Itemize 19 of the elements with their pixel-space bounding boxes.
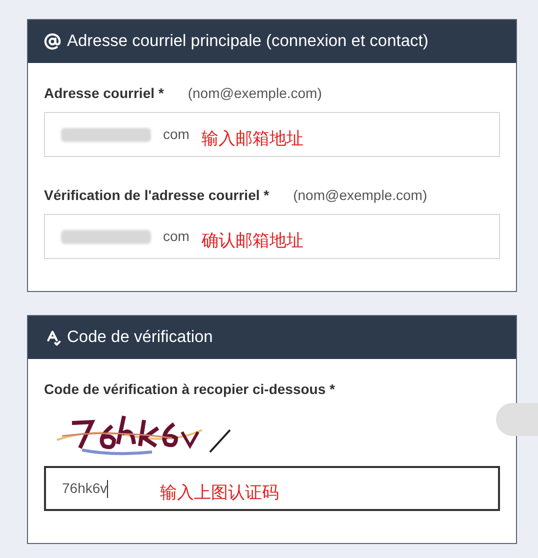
card-title: Code de vérification (67, 327, 213, 348)
field-label: Code de vérification à recopier ci-dessous * (44, 380, 335, 399)
field-hint: (nom@exemple.com) (188, 84, 322, 103)
input-field[interactable]: com 确认邮箱地址 (44, 214, 500, 259)
field-value: com (163, 227, 190, 246)
at-sign-icon (44, 33, 61, 50)
annotation-text: 输入上图认证码 (160, 482, 280, 504)
field-hint: (nom@exemple.com) (293, 186, 428, 205)
input-field[interactable]: com 输入邮箱地址 (44, 112, 500, 157)
field-label: Adresse courriel * (44, 84, 164, 103)
spell-check-icon (44, 329, 61, 346)
field-label: Vérification de l'adresse courriel * (44, 186, 270, 205)
input-field[interactable]: 76hk6v 输入上图认证码 (44, 466, 500, 511)
field-value: 76hk6v (62, 479, 108, 498)
field-value: com (163, 125, 190, 144)
annotation-text: 输入邮箱地址 (201, 128, 304, 150)
annotation-text: 确认邮箱地址 (201, 230, 304, 252)
text-cursor (107, 480, 108, 498)
card-title: Adresse courriel principale (connexion et contact) (67, 31, 428, 52)
